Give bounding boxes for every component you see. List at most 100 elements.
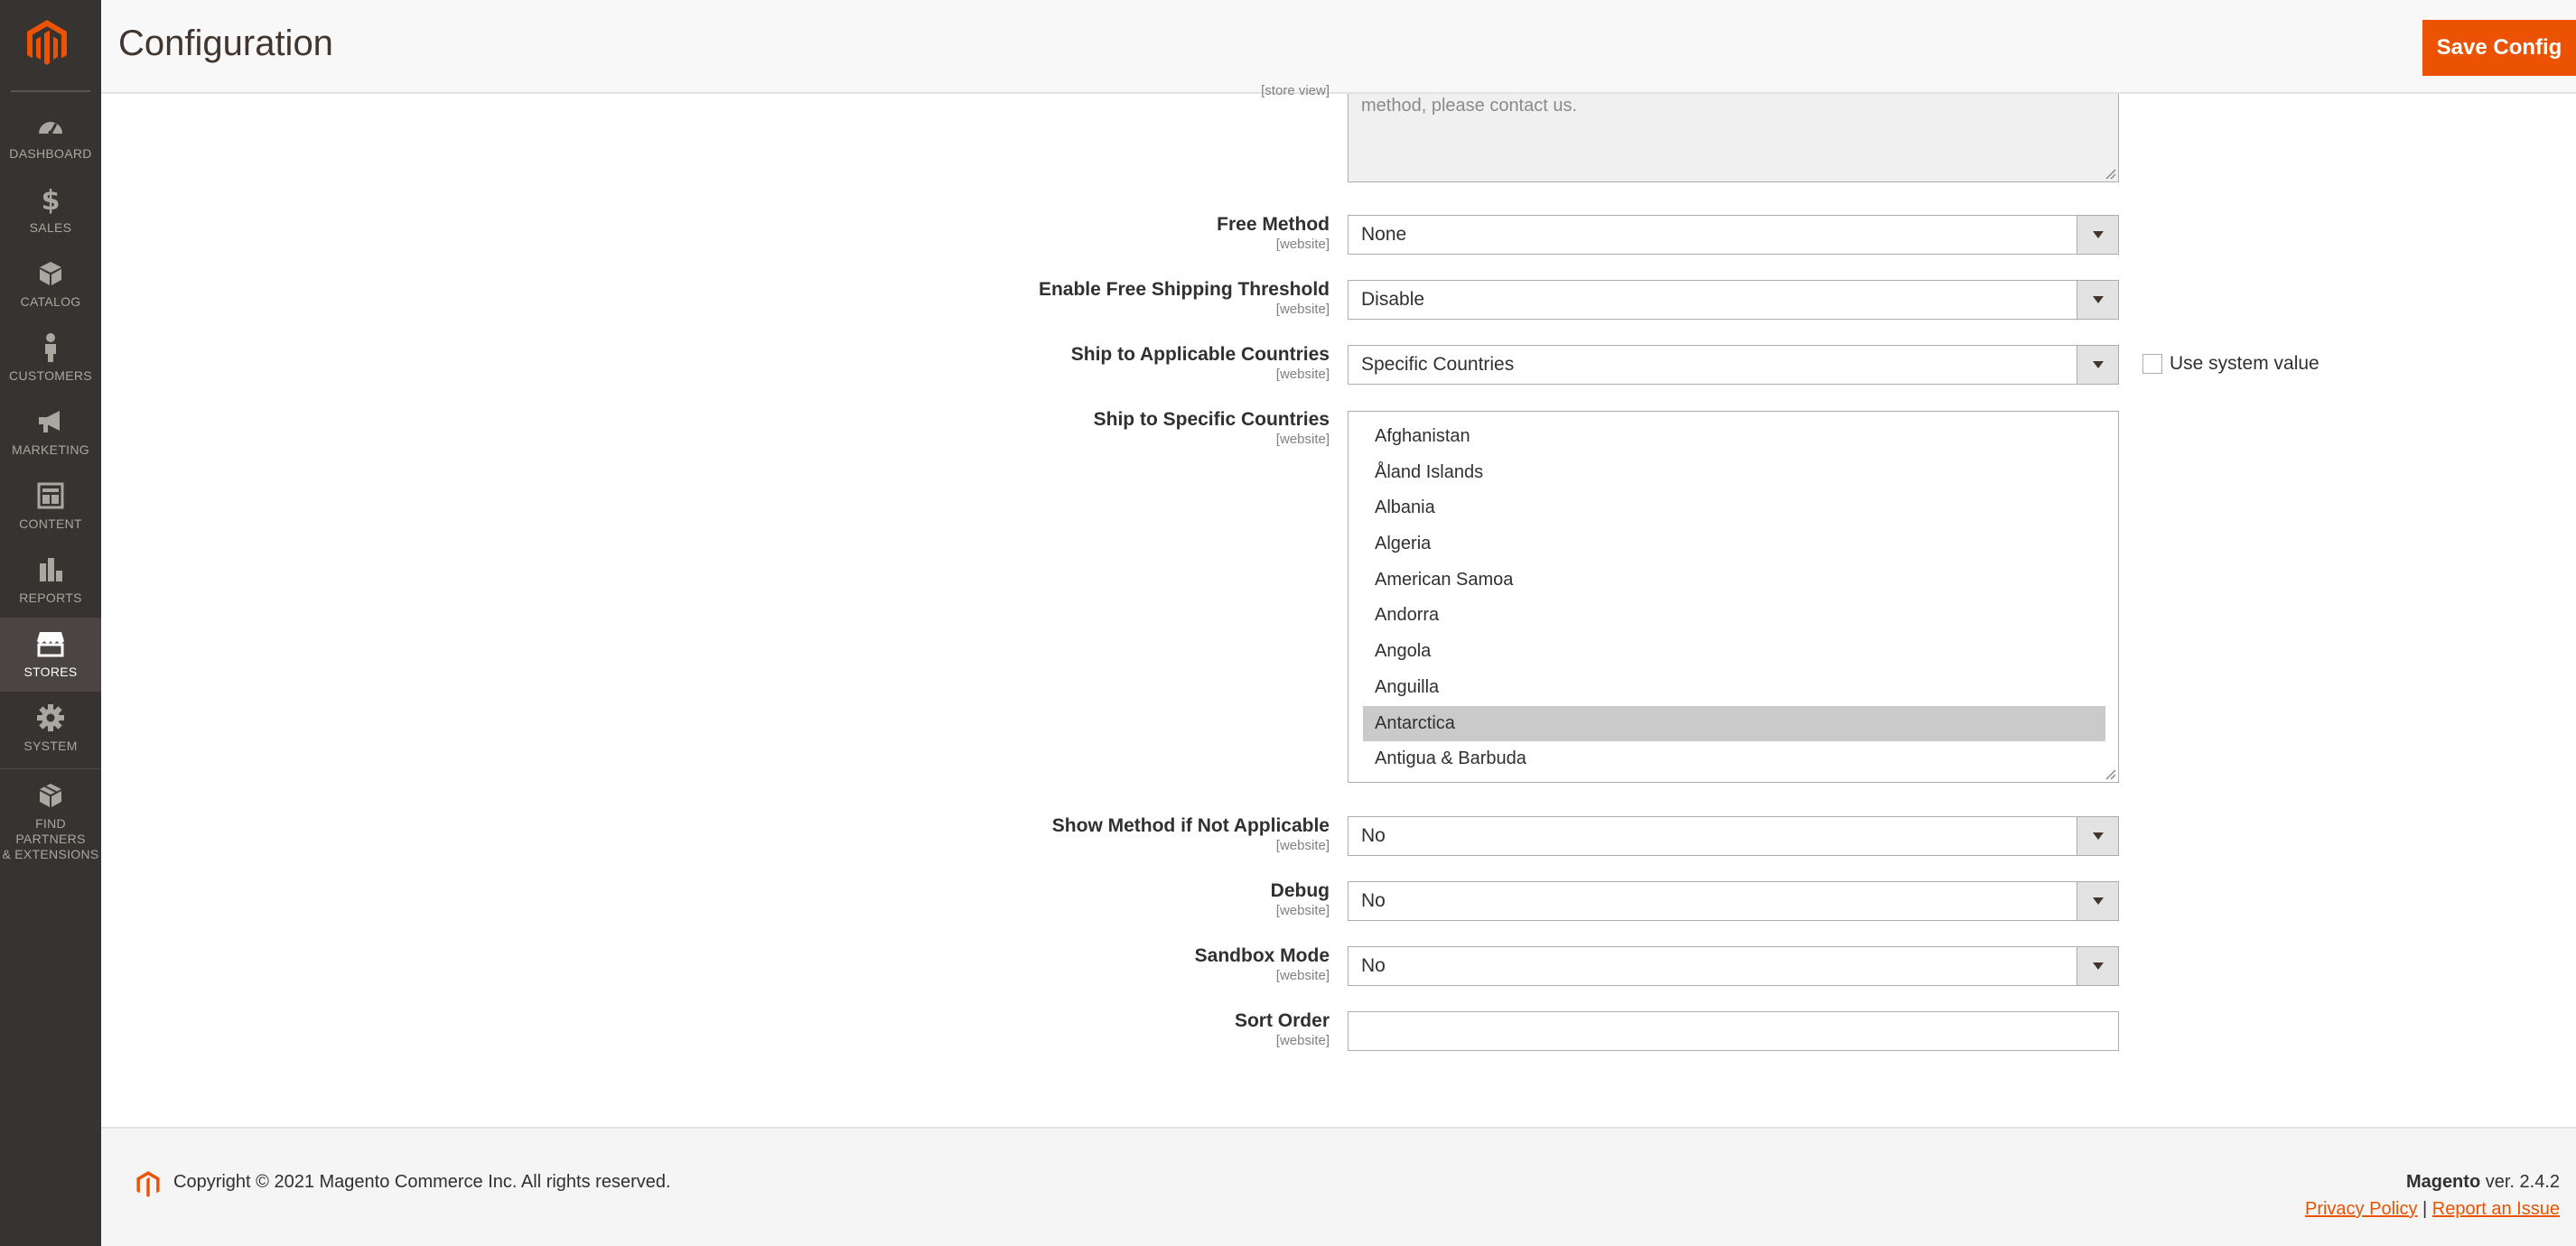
sidebar-item-customers[interactable]: CUSTOMERS — [0, 321, 101, 395]
field-label-ship-applicable: Ship to Applicable Countries [website] — [517, 343, 1330, 383]
sidebar-item-dashboard[interactable]: DASHBOARD — [0, 99, 101, 173]
field-label-free-method: Free Method [website] — [517, 213, 1330, 253]
country-option[interactable]: Antigua & Barbuda — [1363, 741, 2105, 777]
scope-label: [website] — [1275, 302, 1330, 317]
storefront-icon — [33, 628, 69, 659]
page-footer: Copyright © 2021 Magento Commerce Inc. A… — [101, 1127, 2576, 1246]
checkbox-label: Use system value — [2170, 353, 2319, 374]
show-method-select[interactable]: No — [1348, 816, 2119, 856]
sort-order-input[interactable] — [1348, 1011, 2119, 1051]
free-method-select[interactable]: None — [1348, 215, 2119, 255]
sidebar-item-label: REPORTS — [19, 590, 82, 605]
copyright-text: Copyright © 2021 Magento Commerce Inc. A… — [173, 1172, 671, 1192]
magento-footer-logo-icon — [136, 1171, 160, 1197]
sidebar-item-stores[interactable]: STORES — [0, 618, 101, 692]
select-value: No — [1361, 955, 1386, 976]
sidebar-item-label: SALES — [29, 220, 72, 235]
label-text: Sandbox Mode — [1194, 945, 1330, 966]
version-number: ver. 2.4.2 — [2485, 1172, 2560, 1192]
chevron-down-icon — [2077, 346, 2118, 384]
sidebar-item-system[interactable]: SYSTEM — [0, 692, 101, 766]
sidebar-item-label: STORES — [23, 665, 78, 679]
version-info: Magento ver. 2.4.2 — [2406, 1172, 2560, 1193]
cube-icon — [33, 258, 69, 289]
sidebar-item-label: FIND PARTNERS & EXTENSIONS — [0, 816, 101, 862]
field-label-show-method: Show Method if Not Applicable [website] — [517, 814, 1330, 854]
scope-label: [website] — [1275, 237, 1330, 252]
svg-text:$: $ — [42, 185, 61, 214]
select-value: Disable — [1361, 289, 1425, 310]
country-option[interactable]: American Samoa — [1363, 563, 2105, 599]
shipping-method-form: [store view] method, please contact us. … — [101, 83, 2576, 1127]
country-option[interactable]: Angola — [1363, 634, 2105, 670]
dollar-icon: $ — [33, 184, 69, 215]
label-text: Free Method — [1217, 214, 1330, 235]
country-option[interactable]: Andorra — [1363, 598, 2105, 634]
magento-logo[interactable] — [25, 18, 69, 69]
field-label-sandbox: Sandbox Mode [website] — [517, 944, 1330, 984]
sidebar-item-label: CATALOG — [20, 294, 81, 309]
sidebar-item-label: MARKETING — [12, 442, 89, 457]
chevron-down-icon — [2077, 817, 2118, 855]
label-text: Show Method if Not Applicable — [1051, 815, 1330, 836]
ship-specific-countries-multiselect[interactable]: Afghanistan Åland Islands Albania Algeria Am… — [1348, 411, 2119, 783]
use-system-value-checkbox[interactable]: Use system value — [2142, 350, 2319, 377]
label-text: Enable Free Shipping Threshold — [1038, 279, 1330, 300]
scope-label: [website] — [1275, 838, 1330, 853]
label-text: Ship to Specific Countries — [1093, 409, 1330, 430]
sidebar-item-label: CUSTOMERS — [9, 368, 92, 383]
person-icon — [33, 332, 69, 363]
chevron-down-icon — [2077, 281, 2118, 319]
megaphone-icon — [33, 406, 69, 437]
chevron-down-icon — [2077, 216, 2118, 254]
link-separator: | — [2422, 1199, 2428, 1219]
sidebar-item-marketing[interactable]: MARKETING — [0, 395, 101, 470]
sidebar-item-find-partners[interactable]: FIND PARTNERS & EXTENSIONS — [0, 769, 101, 861]
checkbox-box[interactable] — [2142, 354, 2162, 374]
chevron-down-icon — [2077, 947, 2118, 985]
country-option[interactable]: Albania — [1363, 490, 2105, 526]
textarea-text: method, please contact us. — [1361, 96, 1578, 116]
country-option[interactable]: Antarctica — [1363, 705, 2105, 742]
dashboard-icon — [33, 110, 69, 141]
gear-icon — [33, 702, 69, 733]
field-label-ship-specific: Ship to Specific Countries [website] — [517, 408, 1330, 448]
report-issue-link[interactable]: Report an Issue — [2432, 1199, 2560, 1219]
scope-label: [website] — [1275, 903, 1330, 918]
sidebar-item-reports[interactable]: REPORTS — [0, 544, 101, 618]
scope-label: [website] — [1275, 432, 1330, 447]
select-value: No — [1361, 890, 1386, 911]
scope-label: [website] — [1275, 1033, 1330, 1048]
country-option[interactable]: Afghanistan — [1363, 419, 2105, 455]
country-option-list: Afghanistan Åland Islands Albania Algeria Am… — [1363, 419, 2105, 777]
country-option[interactable]: Algeria — [1363, 526, 2105, 563]
label-text: Sort Order — [1234, 1010, 1330, 1031]
sidebar-item-label: CONTENT — [19, 516, 82, 531]
sidebar-item-sales[interactable]: $ SALES — [0, 173, 101, 247]
field-label-displayed-error: [store view] — [517, 83, 1330, 99]
page-title: Configuration — [118, 23, 333, 63]
scope-label: [website] — [1275, 968, 1330, 983]
sidebar-item-catalog[interactable]: CATALOG — [0, 247, 101, 321]
brand-name: Magento — [2405, 1172, 2481, 1192]
sidebar-divider — [11, 90, 90, 92]
sidebar-item-content[interactable]: CONTENT — [0, 470, 101, 544]
privacy-policy-link[interactable]: Privacy Policy — [2305, 1199, 2417, 1219]
save-config-button[interactable]: Save Config — [2422, 20, 2576, 76]
label-text: Debug — [1270, 880, 1330, 901]
field-label-debug: Debug [website] — [517, 879, 1330, 919]
resize-grip-icon[interactable] — [2104, 167, 2116, 180]
country-option[interactable]: Åland Islands — [1363, 455, 2105, 491]
country-option[interactable]: Anguilla — [1363, 670, 2105, 706]
sandbox-mode-select[interactable]: No — [1348, 946, 2119, 986]
resize-grip-icon[interactable] — [2104, 767, 2116, 780]
sidebar-item-label: SYSTEM — [23, 739, 78, 753]
scope-label: [website] — [1275, 367, 1330, 382]
free-shipping-threshold-select[interactable]: Disable — [1348, 280, 2119, 320]
ship-applicable-countries-select[interactable]: Specific Countries — [1348, 345, 2119, 385]
debug-select[interactable]: No — [1348, 881, 2119, 921]
label-line: & EXTENSIONS — [2, 847, 99, 861]
field-label-free-shipping-threshold: Enable Free Shipping Threshold [website] — [517, 278, 1330, 318]
sidebar-item-label: DASHBOARD — [9, 146, 92, 161]
error-message-textarea[interactable]: method, please contact us. — [1348, 94, 2119, 182]
